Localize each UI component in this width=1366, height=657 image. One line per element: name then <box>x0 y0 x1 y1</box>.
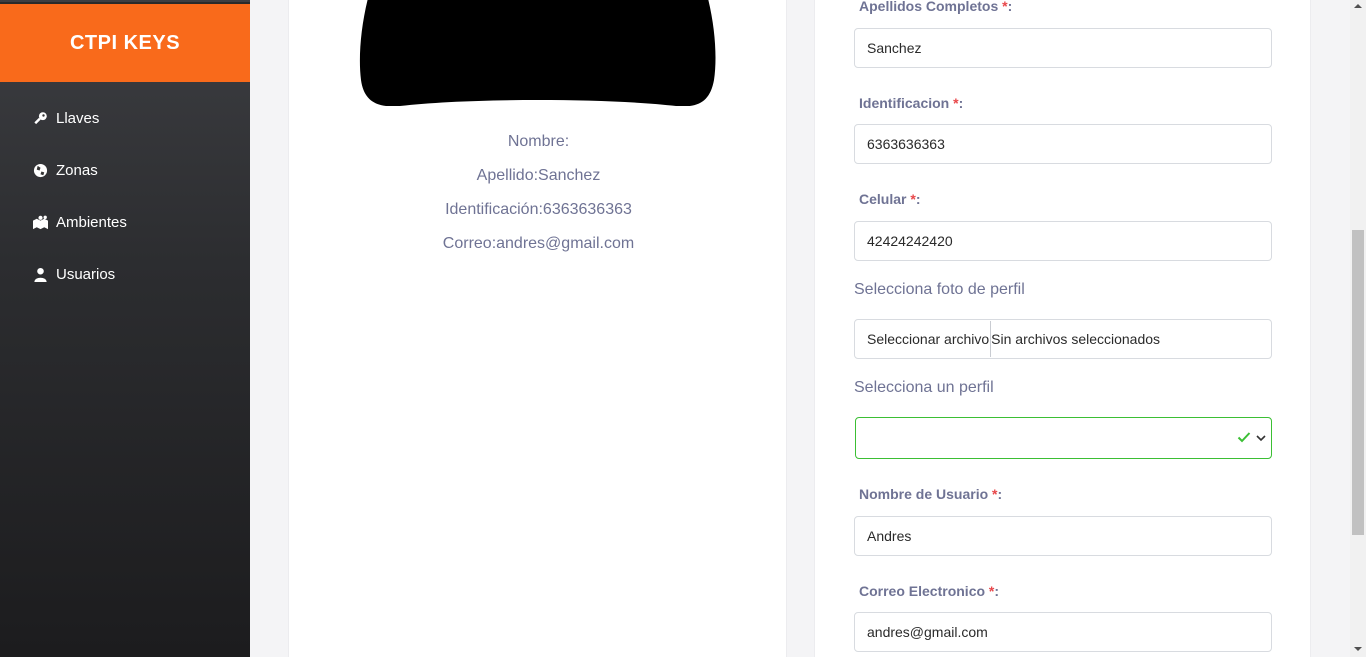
file-status: Sin archivos seleccionados <box>991 331 1161 347</box>
identificacion-field[interactable]: 6363636363 <box>854 124 1272 164</box>
map-people-icon <box>32 214 48 230</box>
profile-card: Nombre: Apellido:Sanchez Identificación:… <box>288 0 787 657</box>
page-scrollbar[interactable] <box>1350 0 1366 657</box>
scroll-down-arrow-icon[interactable] <box>1354 645 1362 653</box>
avatar <box>359 0 716 106</box>
user-form: Apellidos Completos *: Sanchez Identific… <box>814 0 1311 657</box>
apellidos-label: Apellidos Completos *: <box>859 0 1013 14</box>
profile-apellido: Apellido:Sanchez <box>476 167 601 184</box>
usuario-label: Nombre de Usuario *: <box>859 486 1003 502</box>
perfil-label: Selecciona un perfil <box>854 379 994 396</box>
chevron-down-icon <box>1256 435 1266 442</box>
sidebar-item-zonas[interactable]: Zonas <box>0 144 250 196</box>
scroll-up-arrow-icon[interactable] <box>1354 2 1362 10</box>
foto-label: Selecciona foto de perfil <box>854 281 1025 298</box>
perfil-select[interactable] <box>855 417 1272 459</box>
profile-identificacion: Identificación:6363636363 <box>445 201 632 218</box>
profile-nombre: Nombre: <box>507 133 570 150</box>
scroll-thumb[interactable] <box>1352 230 1364 535</box>
profile-correo: Correo:andres@gmail.com <box>442 235 635 252</box>
celular-label: Celular *: <box>859 191 921 207</box>
key-icon <box>32 110 48 126</box>
sidebar: CTPI KEYS Llaves Zonas Ambientes Usuario… <box>0 0 250 657</box>
user-icon <box>32 266 48 282</box>
sidebar-item-llaves[interactable]: Llaves <box>0 92 250 144</box>
sidebar-nav: Llaves Zonas Ambientes Usuarios <box>0 92 250 300</box>
brand-header[interactable]: CTPI KEYS <box>0 2 250 82</box>
file-select-button[interactable]: Seleccionar archivo <box>867 321 992 357</box>
sidebar-item-label: Usuarios <box>56 265 116 283</box>
sidebar-item-label: Llaves <box>56 109 100 127</box>
usuario-field[interactable]: Andres <box>854 516 1272 556</box>
globe-icon <box>32 162 48 178</box>
profile-info: Nombre: Apellido:Sanchez Identificación:… <box>289 130 788 266</box>
check-icon <box>1237 432 1251 443</box>
sidebar-item-ambientes[interactable]: Ambientes <box>0 196 250 248</box>
sidebar-item-label: Zonas <box>56 161 98 179</box>
brand-title: CTPI KEYS <box>69 31 181 54</box>
foto-file-input[interactable]: Seleccionar archivo Sin archivos selecci… <box>854 319 1272 359</box>
main-content: Nombre: Apellido:Sanchez Identificación:… <box>250 0 1350 657</box>
apellidos-field[interactable]: Sanchez <box>854 28 1272 68</box>
sidebar-item-usuarios[interactable]: Usuarios <box>0 248 250 300</box>
identificacion-label: Identificacion *: <box>859 95 964 111</box>
sidebar-item-label: Ambientes <box>56 213 127 231</box>
correo-label: Correo Electronico *: <box>859 583 1000 599</box>
celular-field[interactable]: 42424242420 <box>854 221 1272 261</box>
correo-field[interactable]: andres@gmail.com <box>854 612 1272 652</box>
